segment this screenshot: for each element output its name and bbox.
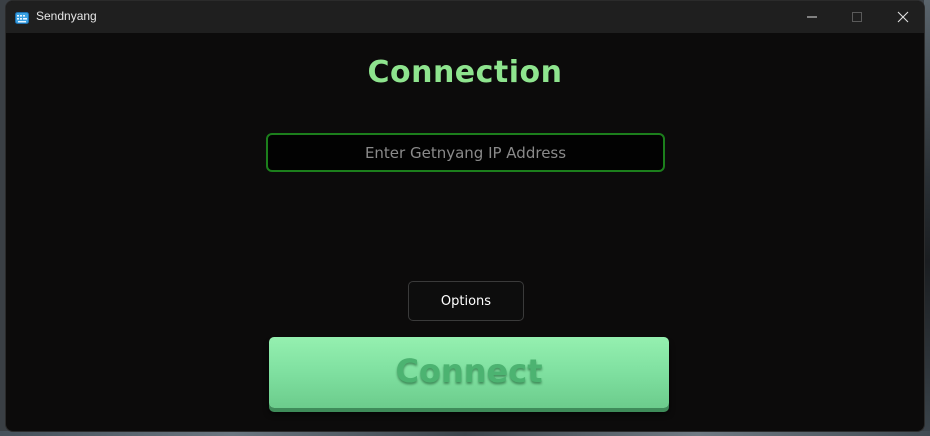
- connect-button[interactable]: Connect: [269, 337, 669, 408]
- maximize-button[interactable]: [834, 1, 880, 33]
- minimize-icon: [806, 8, 818, 27]
- page-title: Connection: [367, 55, 563, 90]
- close-button[interactable]: [880, 1, 924, 33]
- options-button[interactable]: Options: [408, 281, 524, 321]
- close-icon: [897, 8, 909, 27]
- window-title: Sendnyang: [36, 9, 97, 23]
- ip-address-input[interactable]: [266, 133, 665, 172]
- connect-button-label: Connect: [395, 351, 543, 390]
- keyboard-icon: [15, 10, 29, 24]
- title-bar[interactable]: Sendnyang: [6, 1, 924, 33]
- app-window: Sendnyang Connection Options Connect: [5, 0, 925, 432]
- maximize-icon: [851, 8, 863, 27]
- options-button-label: Options: [440, 293, 492, 309]
- minimize-button[interactable]: [789, 1, 835, 33]
